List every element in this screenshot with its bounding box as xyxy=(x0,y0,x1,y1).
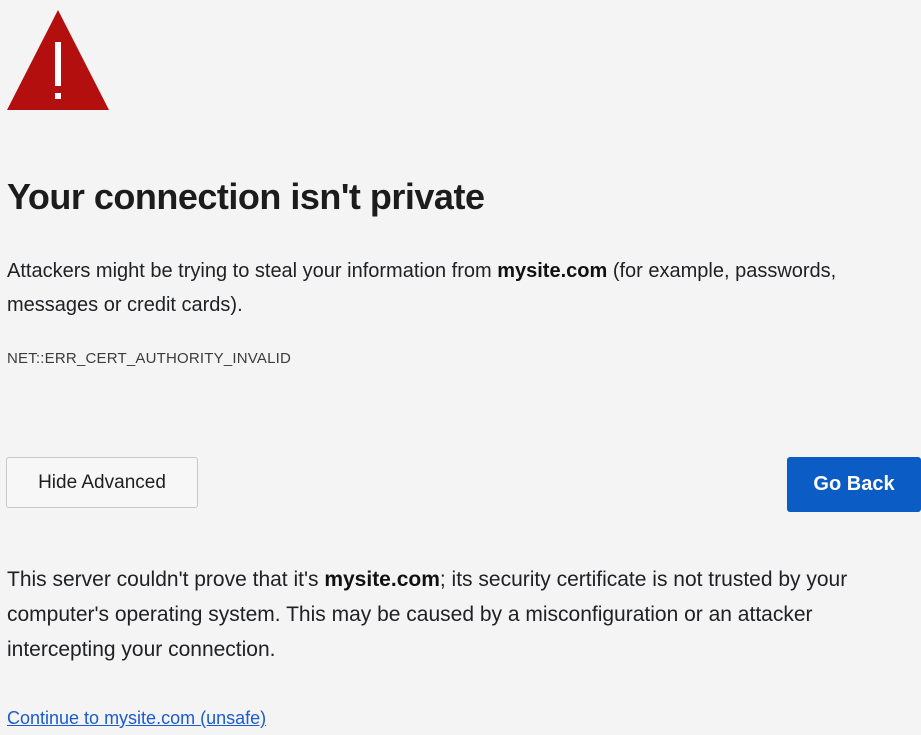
main-message: Attackers might be trying to steal your … xyxy=(7,254,907,322)
main-message-domain: mysite.com xyxy=(497,260,608,282)
go-back-button[interactable]: Go Back xyxy=(787,457,921,512)
warning-triangle-icon xyxy=(7,10,109,110)
proceed-unsafe-link[interactable]: Continue to mysite.com (unsafe) xyxy=(7,708,266,729)
advanced-details: This server couldn't prove that it's mys… xyxy=(7,562,919,667)
page-title: Your connection isn't private xyxy=(7,176,485,217)
details-domain: mysite.com xyxy=(324,568,440,591)
hide-advanced-button[interactable]: Hide Advanced xyxy=(6,457,198,508)
error-code: NET::ERR_CERT_AUTHORITY_INVALID xyxy=(7,350,292,367)
interstitial-page: Your connection isn't private Attackers … xyxy=(0,0,921,735)
main-message-text: Attackers might be trying to steal your … xyxy=(7,260,498,282)
details-text: This server couldn't prove that it's xyxy=(7,568,325,591)
